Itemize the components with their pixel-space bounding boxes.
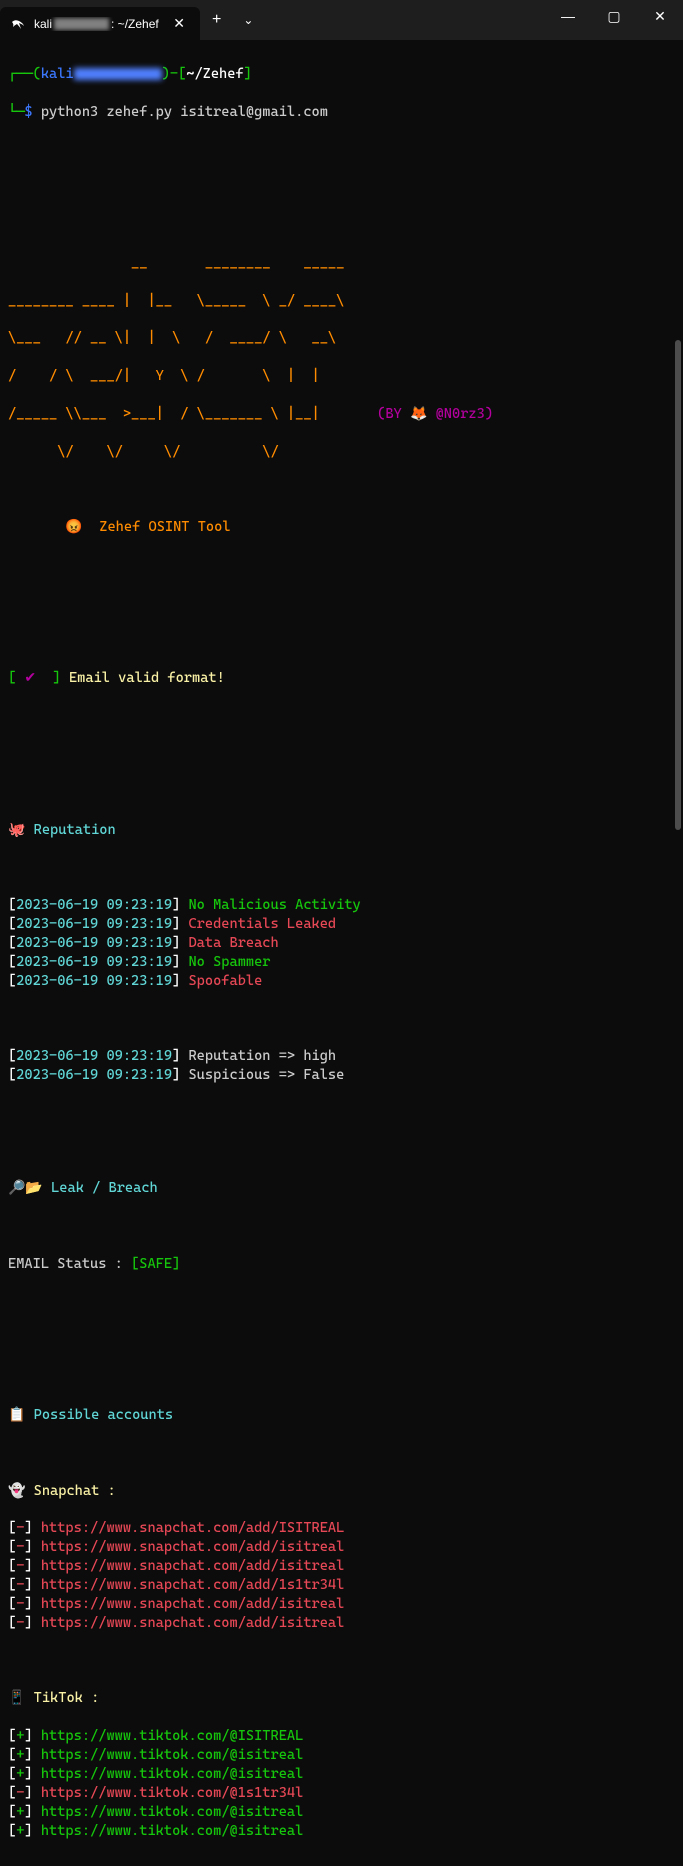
account-item: [+] https://www.tiktok.com/@ISITREAL	[8, 1727, 675, 1746]
scrollbar[interactable]	[675, 340, 681, 830]
tab-area: kali: ~/Zehef ✕ + ⌄	[0, 0, 263, 40]
command-line: └─$ python3 zehef.py isitreal@gmail.com	[8, 103, 675, 122]
reputation-summary: [2023-06-19 09:23:19] Suspicious => Fals…	[8, 1066, 675, 1085]
prompt-line: ┌──(kali)-[~/Zehef]	[8, 65, 675, 84]
tool-name: 😡 Zehef OSINT Tool	[8, 518, 675, 537]
account-item: [-] https://www.snapchat.com/add/ISITREA…	[8, 1519, 675, 1538]
account-item: [-] https://www.snapchat.com/add/isitrea…	[8, 1614, 675, 1633]
account-item: [-] https://www.snapchat.com/add/isitrea…	[8, 1595, 675, 1614]
new-tab-button[interactable]: +	[200, 11, 233, 29]
reputation-item: [2023-06-19 09:23:19] No Spammer	[8, 953, 675, 972]
tab-title: kali: ~/Zehef	[34, 17, 160, 31]
tab-dropdown-button[interactable]: ⌄	[233, 13, 263, 27]
tiktok-header: 📱 TikTok :	[8, 1689, 675, 1708]
reputation-header: 🐙 Reputation	[8, 821, 675, 840]
reputation-summary: [2023-06-19 09:23:19] Reputation => high	[8, 1047, 675, 1066]
account-item: [+] https://www.tiktok.com/@isitreal	[8, 1822, 675, 1841]
title-bar: kali: ~/Zehef ✕ + ⌄ — ▢ ✕	[0, 0, 683, 40]
kali-icon	[10, 16, 26, 32]
terminal-output[interactable]: ┌──(kali)-[~/Zehef] └─$ python3 zehef.py…	[0, 40, 683, 1866]
reputation-item: [2023-06-19 09:23:19] Credentials Leaked	[8, 915, 675, 934]
account-item: [-] https://www.snapchat.com/add/isitrea…	[8, 1538, 675, 1557]
account-item: [+] https://www.tiktok.com/@isitreal	[8, 1746, 675, 1765]
leak-header: 🔎📂 Leak / Breach	[8, 1179, 675, 1198]
account-item: [-] https://www.snapchat.com/add/1s1tr34…	[8, 1576, 675, 1595]
reputation-item: [2023-06-19 09:23:19] Data Breach	[8, 934, 675, 953]
account-item: [-] https://www.tiktok.com/@1s1tr34l	[8, 1784, 675, 1803]
maximize-button[interactable]: ▢	[591, 0, 637, 32]
email-valid-line: [ ✔ ] Email valid format!	[8, 669, 675, 688]
snapchat-header: 👻 Snapchat :	[8, 1482, 675, 1501]
reputation-item: [2023-06-19 09:23:19] No Malicious Activ…	[8, 896, 675, 915]
ascii-art: __ ________ _____	[8, 254, 675, 273]
accounts-header: 📋 Possible accounts	[8, 1406, 675, 1425]
close-button[interactable]: ✕	[637, 0, 683, 32]
active-tab[interactable]: kali: ~/Zehef ✕	[0, 7, 200, 40]
tab-close-button[interactable]: ✕	[168, 13, 190, 34]
account-item: [+] https://www.tiktok.com/@isitreal	[8, 1803, 675, 1822]
minimize-button[interactable]: —	[545, 0, 591, 32]
email-status: EMAIL Status : [SAFE]	[8, 1255, 675, 1274]
account-item: [-] https://www.snapchat.com/add/isitrea…	[8, 1557, 675, 1576]
account-item: [+] https://www.tiktok.com/@isitreal	[8, 1765, 675, 1784]
reputation-item: [2023-06-19 09:23:19] Spoofable	[8, 972, 675, 991]
window-controls: — ▢ ✕	[545, 0, 683, 40]
